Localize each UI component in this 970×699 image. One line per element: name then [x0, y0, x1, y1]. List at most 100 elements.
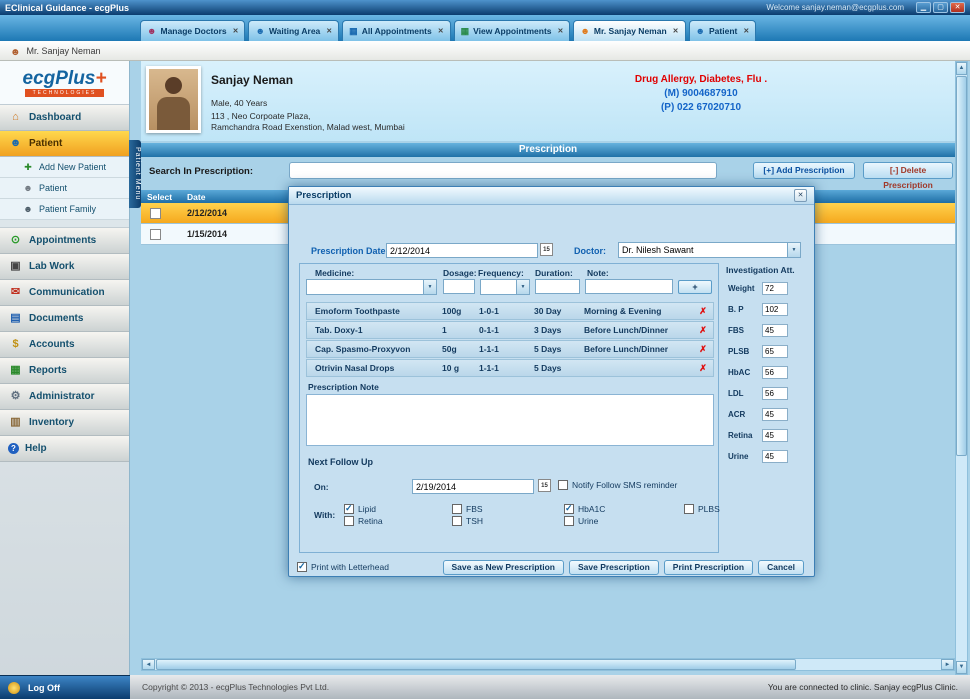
sidebar-item-inventory[interactable]: Inventory — [0, 410, 129, 436]
scrollbar-track[interactable] — [956, 456, 967, 661]
urine-option: Urine — [564, 516, 598, 526]
urine-value-input[interactable] — [762, 450, 788, 463]
family-icon — [22, 205, 34, 214]
column-header-select: Select — [141, 192, 183, 202]
sidebar-item-patient-sub[interactable]: Patient — [0, 178, 129, 199]
horizontal-scrollbar[interactable]: ◄ ► — [141, 658, 955, 671]
dialog-header[interactable]: Prescription ✕ — [289, 187, 814, 205]
sidebar-item-administrator[interactable]: Administrator — [0, 384, 129, 410]
follow-up-date-input[interactable] — [412, 479, 534, 494]
prescription-note-textarea[interactable] — [306, 394, 714, 446]
sms-reminder-checkbox[interactable] — [558, 480, 568, 490]
tab-all-appointments[interactable]: All Appointments ✕ — [342, 20, 450, 41]
close-icon[interactable]: ✕ — [950, 2, 965, 13]
print-prescription-button[interactable]: Print Prescription — [664, 560, 753, 575]
delete-medicine-icon[interactable]: ✗ — [693, 344, 713, 355]
maximize-icon[interactable]: ▢ — [933, 2, 948, 13]
scroll-up-icon[interactable]: ▲ — [956, 62, 967, 75]
retina-checkbox[interactable] — [344, 516, 354, 526]
help-icon — [8, 443, 19, 454]
search-input[interactable] — [289, 162, 717, 179]
log-off-button[interactable]: Log Off — [0, 675, 130, 699]
calendar-icon[interactable]: 15 — [540, 243, 553, 256]
tab-close-icon[interactable]: ✕ — [743, 27, 749, 35]
investigation-row: LDL — [728, 387, 788, 400]
vertical-scrollbar[interactable]: ▲ ▼ — [955, 61, 968, 675]
ldl-input[interactable] — [762, 387, 788, 400]
delete-medicine-icon[interactable]: ✗ — [693, 363, 713, 374]
scroll-down-icon[interactable]: ▼ — [956, 661, 967, 674]
row-checkbox[interactable] — [150, 208, 161, 219]
duration-input[interactable] — [535, 279, 580, 294]
tab-mr-sanjay-neman[interactable]: Mr. Sanjay Neman ✕ — [573, 20, 685, 41]
hbac-input[interactable] — [762, 366, 788, 379]
scrollbar-thumb[interactable] — [956, 76, 967, 456]
tab-patient[interactable]: Patient ✕ — [689, 20, 757, 41]
tab-close-icon[interactable]: ✕ — [233, 27, 239, 35]
prescription-date-input[interactable] — [386, 243, 538, 258]
dialog-close-icon[interactable]: ✕ — [794, 189, 807, 202]
delete-medicine-icon[interactable]: ✗ — [693, 325, 713, 336]
scroll-left-icon[interactable]: ◄ — [142, 659, 155, 670]
sidebar-item-accounts[interactable]: Accounts — [0, 332, 129, 358]
medicine-duration-cell: 30 Day — [534, 306, 584, 316]
row-checkbox[interactable] — [150, 229, 161, 240]
investigation-label: LDL — [728, 389, 762, 398]
sidebar-item-documents[interactable]: Documents — [0, 306, 129, 332]
sidebar-item-dashboard[interactable]: Dashboard — [0, 105, 129, 131]
tab-close-icon[interactable]: ✕ — [558, 27, 564, 35]
sidebar-item-label: Accounts — [29, 339, 75, 350]
sidebar-item-reports[interactable]: Reports — [0, 358, 129, 384]
calendar-icon[interactable]: 15 — [538, 479, 551, 492]
delete-medicine-icon[interactable]: ✗ — [693, 306, 713, 317]
save-as-new-prescription-button[interactable]: Save as New Prescription — [443, 560, 564, 575]
sidebar-item-patient-family[interactable]: Patient Family — [0, 199, 129, 220]
plsb-input[interactable] — [762, 345, 788, 358]
sidebar-item-communication[interactable]: Communication — [0, 280, 129, 306]
add-medicine-button[interactable]: + — [678, 280, 712, 294]
money-icon — [8, 339, 23, 350]
sidebar-item-add-new-patient[interactable]: Add New Patient — [0, 157, 129, 178]
patient-menu-tab[interactable]: Patient Menu — [129, 140, 141, 208]
plbs-checkbox[interactable] — [684, 504, 694, 514]
investigation-label: PLSB — [728, 347, 762, 356]
save-prescription-button[interactable]: Save Prescription — [569, 560, 659, 575]
tsh-checkbox[interactable] — [452, 516, 462, 526]
sidebar-item-lab-work[interactable]: Lab Work — [0, 254, 129, 280]
dosage-input[interactable] — [443, 279, 475, 294]
sidebar-item-appointments[interactable]: Appointments — [0, 228, 129, 254]
weight-input[interactable] — [762, 282, 788, 295]
investigation-title: Investigation Att. — [726, 265, 810, 275]
note-input[interactable] — [585, 279, 673, 294]
medicine-select[interactable]: ▼ — [306, 279, 437, 295]
medicine-row: Cap. Spasmo-Proxyvon 50g 1-1-1 5 Days Be… — [306, 340, 714, 358]
scrollbar-thumb[interactable] — [156, 659, 796, 670]
title-bar: EClinical Guidance - ecgPlus Welcome san… — [0, 0, 970, 15]
minimize-icon[interactable]: ▁ — [916, 2, 931, 13]
tab-close-icon[interactable]: ✕ — [438, 27, 444, 35]
retina-input[interactable] — [762, 429, 788, 442]
sidebar-item-patient[interactable]: Patient — [0, 131, 129, 157]
sidebar-item-help[interactable]: Help — [0, 436, 129, 462]
hba1c-checkbox[interactable] — [564, 504, 574, 514]
fbs-input[interactable] — [762, 324, 788, 337]
lipid-checkbox[interactable] — [344, 504, 354, 514]
frequency-select[interactable]: ▼ — [480, 279, 530, 295]
cancel-button[interactable]: Cancel — [758, 560, 804, 575]
doctor-select[interactable]: Dr. Nilesh Sawant ▼ — [618, 242, 801, 258]
follow-up-with-label: With: — [314, 510, 335, 520]
medicine-label: Medicine: — [315, 268, 354, 278]
tab-manage-doctors[interactable]: Manage Doctors ✕ — [140, 20, 245, 41]
tab-view-appointments[interactable]: View Appointments ✕ — [454, 20, 571, 41]
tab-close-icon[interactable]: ✕ — [673, 27, 679, 35]
tab-close-icon[interactable]: ✕ — [326, 27, 332, 35]
scroll-right-icon[interactable]: ► — [941, 659, 954, 670]
urine-checkbox[interactable] — [564, 516, 574, 526]
bp-input[interactable] — [762, 303, 788, 316]
add-prescription-button[interactable]: [+] Add Prescription — [753, 162, 855, 179]
acr-input[interactable] — [762, 408, 788, 421]
tab-waiting-area[interactable]: Waiting Area ✕ — [248, 20, 339, 41]
fbs-checkbox[interactable] — [452, 504, 462, 514]
delete-prescription-button[interactable]: [-] Delete Prescription — [863, 162, 953, 179]
print-letterhead-checkbox[interactable] — [297, 562, 307, 572]
